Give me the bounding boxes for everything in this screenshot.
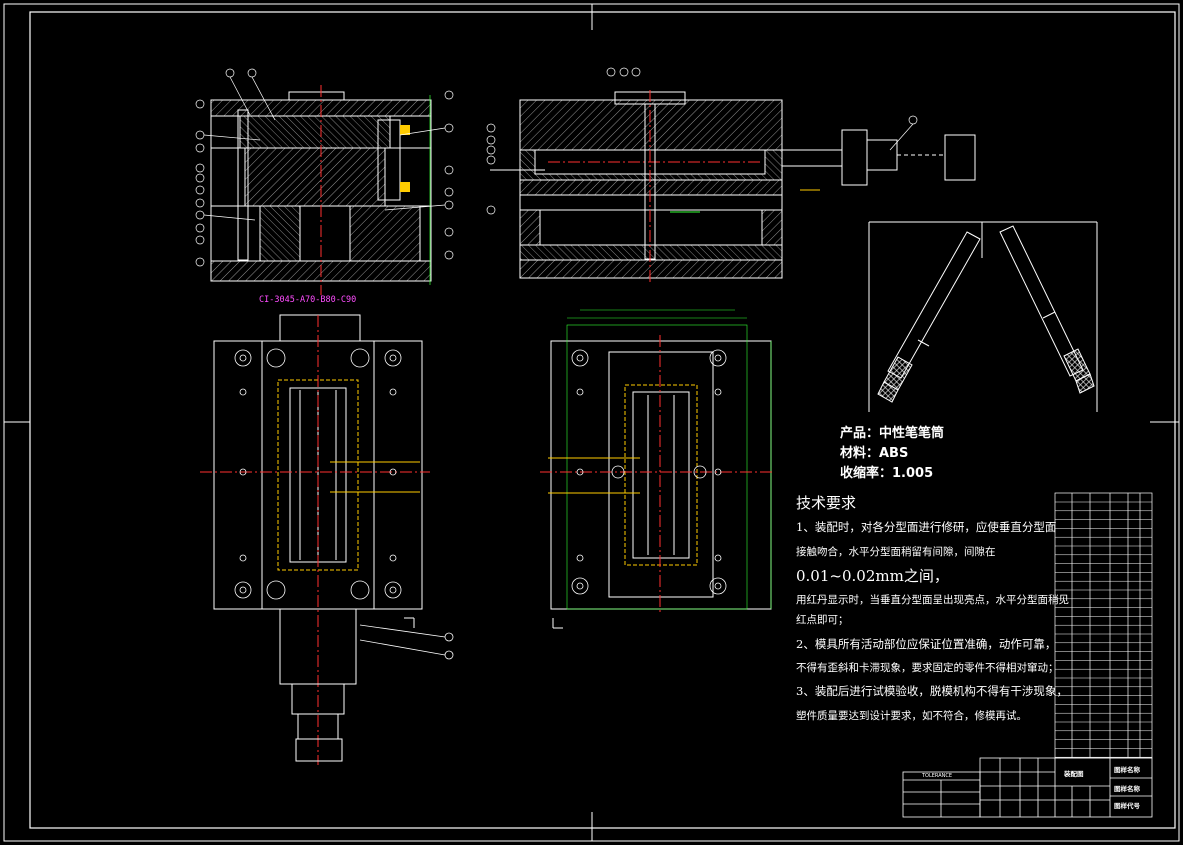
- tech-requirement-line-3: 0.01~0.02mm之间，: [796, 567, 949, 585]
- bill-of-materials: [1054, 492, 1153, 759]
- product-material: 材料：ABS: [840, 446, 909, 461]
- tech-requirement-line-5: 红点即可；: [796, 614, 849, 626]
- title-block-drawing-name-1: 图样名称: [1114, 766, 1140, 774]
- tech-requirement-line-1: 1、装配时，对各分型面进行修研，应使垂直分型面: [796, 520, 1057, 534]
- tech-requirement-line-4: 用红丹显示时，当垂直分型面呈出现亮点，水平分型面稍见: [796, 594, 1069, 606]
- fixed-half-holes: [234, 348, 454, 660]
- tech-requirement-line-7: 不得有歪斜和卡滞现象，要求固定的零件不得相对窜动；: [796, 662, 1059, 674]
- main-section-view: [490, 90, 976, 285]
- side-section-view: [210, 85, 432, 295]
- product-name: 产品：中性笔笔筒: [840, 426, 945, 441]
- fixed-half-plan-view: [200, 314, 430, 765]
- product-shrinkage: 收缩率：1.005: [840, 466, 934, 481]
- title-block-drawing-name-2: 图样名称: [1114, 785, 1140, 793]
- moving-half-plan-view: [540, 309, 775, 629]
- mold-code-label: CI-3045-A70-B80-C90: [259, 295, 357, 305]
- tech-requirement-line-2: 接触吻合，水平分型面稍留有间隙，间隙在: [796, 546, 996, 558]
- tech-requirement-line-9: 塑件质量要达到设计要求，如不符合，修模再试。: [796, 710, 1027, 722]
- title-block-drawing-code: 图样代号: [1114, 802, 1140, 810]
- bom-rows: [1055, 501, 1152, 758]
- title-block-tolerance: TOLERANCE: [922, 773, 953, 779]
- product-view: [868, 221, 1098, 412]
- tech-requirement-line-6: 2、模具所有活动部位应保证位置准确，动作可靠，: [796, 637, 1057, 651]
- tech-requirements-title: 技术要求: [796, 494, 857, 512]
- title-block-assembly: 装配图: [1064, 770, 1084, 778]
- tech-requirement-line-8: 3、装配后进行试模验收，脱模机构不得有干涉现象，: [796, 684, 1068, 698]
